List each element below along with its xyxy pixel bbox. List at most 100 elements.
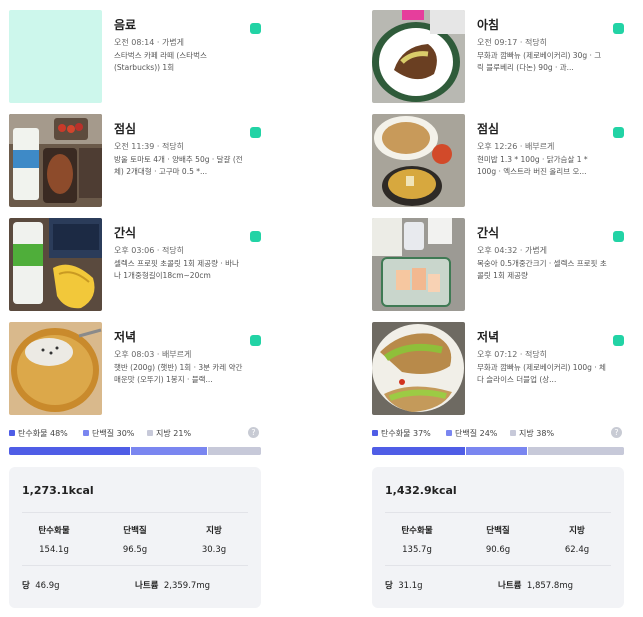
meal-photo bbox=[9, 322, 102, 415]
legend-protein: 단백질 30% bbox=[83, 428, 134, 439]
meal-title: 점심 bbox=[477, 122, 500, 136]
meal-photo bbox=[372, 218, 465, 311]
nutrient-label: 탄수화물 bbox=[38, 526, 70, 536]
sugar-label: 당 bbox=[385, 581, 393, 591]
legend-protein: 단백질 24% bbox=[446, 428, 497, 439]
meal-card-dinner[interactable]: 저녁 오후 08:03 · 배부르게 햇반 (200g) (햇반) 1회 · 3… bbox=[9, 322, 269, 415]
total-calories: 1,432.9kcal bbox=[385, 484, 457, 497]
meal-status-check-icon[interactable] bbox=[250, 23, 261, 34]
divider bbox=[22, 565, 248, 566]
macro-ratio-bar bbox=[9, 447, 261, 455]
meal-food-list: 스타벅스 카페 라떼 (스타벅스(Starbucks)) 1회 bbox=[114, 51, 207, 72]
help-icon[interactable]: ? bbox=[611, 427, 622, 438]
sugar-value: 46.9g bbox=[35, 581, 60, 591]
meal-food-list: 현미밥 1.3 * 100g · 닭가슴살 1 * 100g · 엑스트라 버진… bbox=[477, 155, 588, 176]
meal-card-breakfast[interactable]: 아침 오전 09:17 · 적당히 무화과 깜빠뉴 (제로베이커리) 30g ·… bbox=[372, 10, 632, 103]
meal-title: 음료 bbox=[114, 18, 137, 32]
meal-title: 아침 bbox=[477, 18, 500, 32]
meal-status-check-icon[interactable] bbox=[613, 231, 624, 242]
meal-time-meta: 오전 09:17 · 적당히 bbox=[477, 38, 548, 47]
meal-card-snack[interactable]: 간식 오후 04:32 · 가볍게 복숭아 0.5개중간크기 · 셀렉스 프로핏… bbox=[372, 218, 632, 311]
legend-carb: 탄수화물 37% bbox=[372, 428, 431, 439]
nutrient-carb: 탄수화물 154.1g bbox=[19, 524, 89, 555]
nutrient-label: 단백질 bbox=[486, 526, 510, 536]
legend-carb-swatch bbox=[9, 430, 15, 436]
nutrition-summary-card: 1,432.9kcal 탄수화물 135.7g 단백질 90.6g 지방 62.… bbox=[372, 467, 624, 608]
meal-time-meta: 오전 11:39 · 적당히 bbox=[114, 142, 185, 151]
macro-legend: 탄수화물 37% 단백질 24% 지방 38% ? bbox=[372, 427, 624, 440]
sodium-value: 1,857.8mg bbox=[526, 581, 573, 591]
macro-legend: 탄수화물 48% 단백질 30% 지방 21% ? bbox=[9, 427, 261, 440]
meal-time-meta: 오후 03:06 · 적당히 bbox=[114, 246, 185, 255]
nutrient-protein: 단백질 96.5g bbox=[100, 524, 170, 555]
nutrient-protein: 단백질 90.6g bbox=[463, 524, 533, 555]
divider bbox=[385, 512, 611, 513]
sugar-label: 당 bbox=[22, 581, 30, 591]
meal-photo bbox=[9, 218, 102, 311]
meal-card-lunch[interactable]: 점심 오전 11:39 · 적당히 방울 토마토 4개 · 양배추 50g · … bbox=[9, 114, 269, 207]
meal-food-list: 햇반 (200g) (햇반) 1회 · 3분 카레 약간매운맛 (오뚜기) 1봉… bbox=[114, 363, 243, 384]
meal-time-meta: 오후 12:26 · 배부르게 bbox=[477, 142, 555, 151]
meal-title: 점심 bbox=[114, 122, 137, 136]
meal-title: 간식 bbox=[114, 226, 137, 240]
sugar-row: 당 31.1g bbox=[385, 579, 423, 591]
nutrient-value: 154.1g bbox=[39, 545, 69, 555]
legend-protein-swatch bbox=[83, 430, 89, 436]
meal-title: 저녁 bbox=[114, 330, 137, 344]
meal-photo bbox=[372, 322, 465, 415]
meal-card-snack[interactable]: 간식 오후 03:06 · 적당히 셀렉스 프로핏 초콜릿 1회 제공량 · 바… bbox=[9, 218, 269, 311]
nutrient-value: 135.7g bbox=[402, 545, 432, 555]
nutrient-fat: 지방 30.3g bbox=[179, 524, 249, 555]
legend-fat-swatch bbox=[147, 430, 153, 436]
meal-photo bbox=[372, 114, 465, 207]
nutrient-value: 62.4g bbox=[564, 545, 590, 555]
nutrient-value: 30.3g bbox=[201, 545, 227, 555]
meal-card-lunch[interactable]: 점심 오후 12:26 · 배부르게 현미밥 1.3 * 100g · 닭가슴살… bbox=[372, 114, 632, 207]
help-icon[interactable]: ? bbox=[248, 427, 259, 438]
meal-photo bbox=[9, 114, 102, 207]
meal-food-list: 무화과 깜빠뉴 (제로베이커리) 30g · 그릭 블루베리 (다논) 90g … bbox=[477, 51, 602, 72]
meal-card-drink[interactable]: 음료 오전 08:14 · 가볍게 스타벅스 카페 라떼 (스타벅스(Starb… bbox=[9, 10, 269, 103]
nutrient-value: 90.6g bbox=[485, 545, 511, 555]
legend-carb: 탄수화물 48% bbox=[9, 428, 68, 439]
meal-status-check-icon[interactable] bbox=[613, 127, 624, 138]
meal-time-meta: 오후 08:03 · 배부르게 bbox=[114, 350, 192, 359]
meal-photo bbox=[9, 10, 102, 103]
meal-food-list: 무화과 깜빠뉴 (제로베이커리) 100g · 체다 슬라이스 더블업 (상..… bbox=[477, 363, 606, 384]
meal-time-meta: 오후 04:32 · 가볍게 bbox=[477, 246, 548, 255]
meal-title: 간식 bbox=[477, 226, 500, 240]
nutrient-label: 지방 bbox=[206, 526, 222, 536]
meal-status-check-icon[interactable] bbox=[250, 335, 261, 346]
macro-bar-protein bbox=[466, 447, 528, 455]
nutrient-label: 단백질 bbox=[123, 526, 147, 536]
meal-card-dinner[interactable]: 저녁 오후 07:12 · 적당히 무화과 깜빠뉴 (제로베이커리) 100g … bbox=[372, 322, 632, 415]
meal-status-check-icon[interactable] bbox=[613, 23, 624, 34]
sodium-label: 나트륨 bbox=[135, 581, 159, 591]
meal-status-check-icon[interactable] bbox=[250, 127, 261, 138]
sodium-label: 나트륨 bbox=[498, 581, 522, 591]
meal-photo bbox=[372, 10, 465, 103]
macro-bar-carb bbox=[372, 447, 466, 455]
sodium-row: 나트륨 1,857.8mg bbox=[498, 579, 573, 591]
macro-bar-carb bbox=[9, 447, 131, 455]
legend-carb-swatch bbox=[372, 430, 378, 436]
sugar-value: 31.1g bbox=[398, 581, 423, 591]
sugar-row: 당 46.9g bbox=[22, 579, 60, 591]
meal-food-list: 복숭아 0.5개중간크기 · 셀렉스 프로핏 초콜릿 1회 제공량 bbox=[477, 259, 607, 280]
meal-status-check-icon[interactable] bbox=[613, 335, 624, 346]
legend-fat: 지방 38% bbox=[510, 428, 554, 439]
meal-time-meta: 오후 07:12 · 적당히 bbox=[477, 350, 548, 359]
nutrition-summary-card: 1,273.1kcal 탄수화물 154.1g 단백질 96.5g 지방 30.… bbox=[9, 467, 261, 608]
legend-fat: 지방 21% bbox=[147, 428, 191, 439]
nutrient-carb: 탄수화물 135.7g bbox=[382, 524, 452, 555]
nutrient-value: 96.5g bbox=[122, 545, 148, 555]
sodium-value: 2,359.7mg bbox=[163, 581, 210, 591]
macro-ratio-bar bbox=[372, 447, 624, 455]
nutrient-fat: 지방 62.4g bbox=[542, 524, 612, 555]
sodium-row: 나트륨 2,359.7mg bbox=[135, 579, 210, 591]
nutrient-label: 지방 bbox=[569, 526, 585, 536]
divider bbox=[22, 512, 248, 513]
meal-food-list: 방울 토마토 4개 · 양배추 50g · 달걀 (전체) 2개대형 · 고구마… bbox=[114, 155, 243, 176]
macro-bar-fat bbox=[207, 447, 261, 455]
meal-status-check-icon[interactable] bbox=[250, 231, 261, 242]
